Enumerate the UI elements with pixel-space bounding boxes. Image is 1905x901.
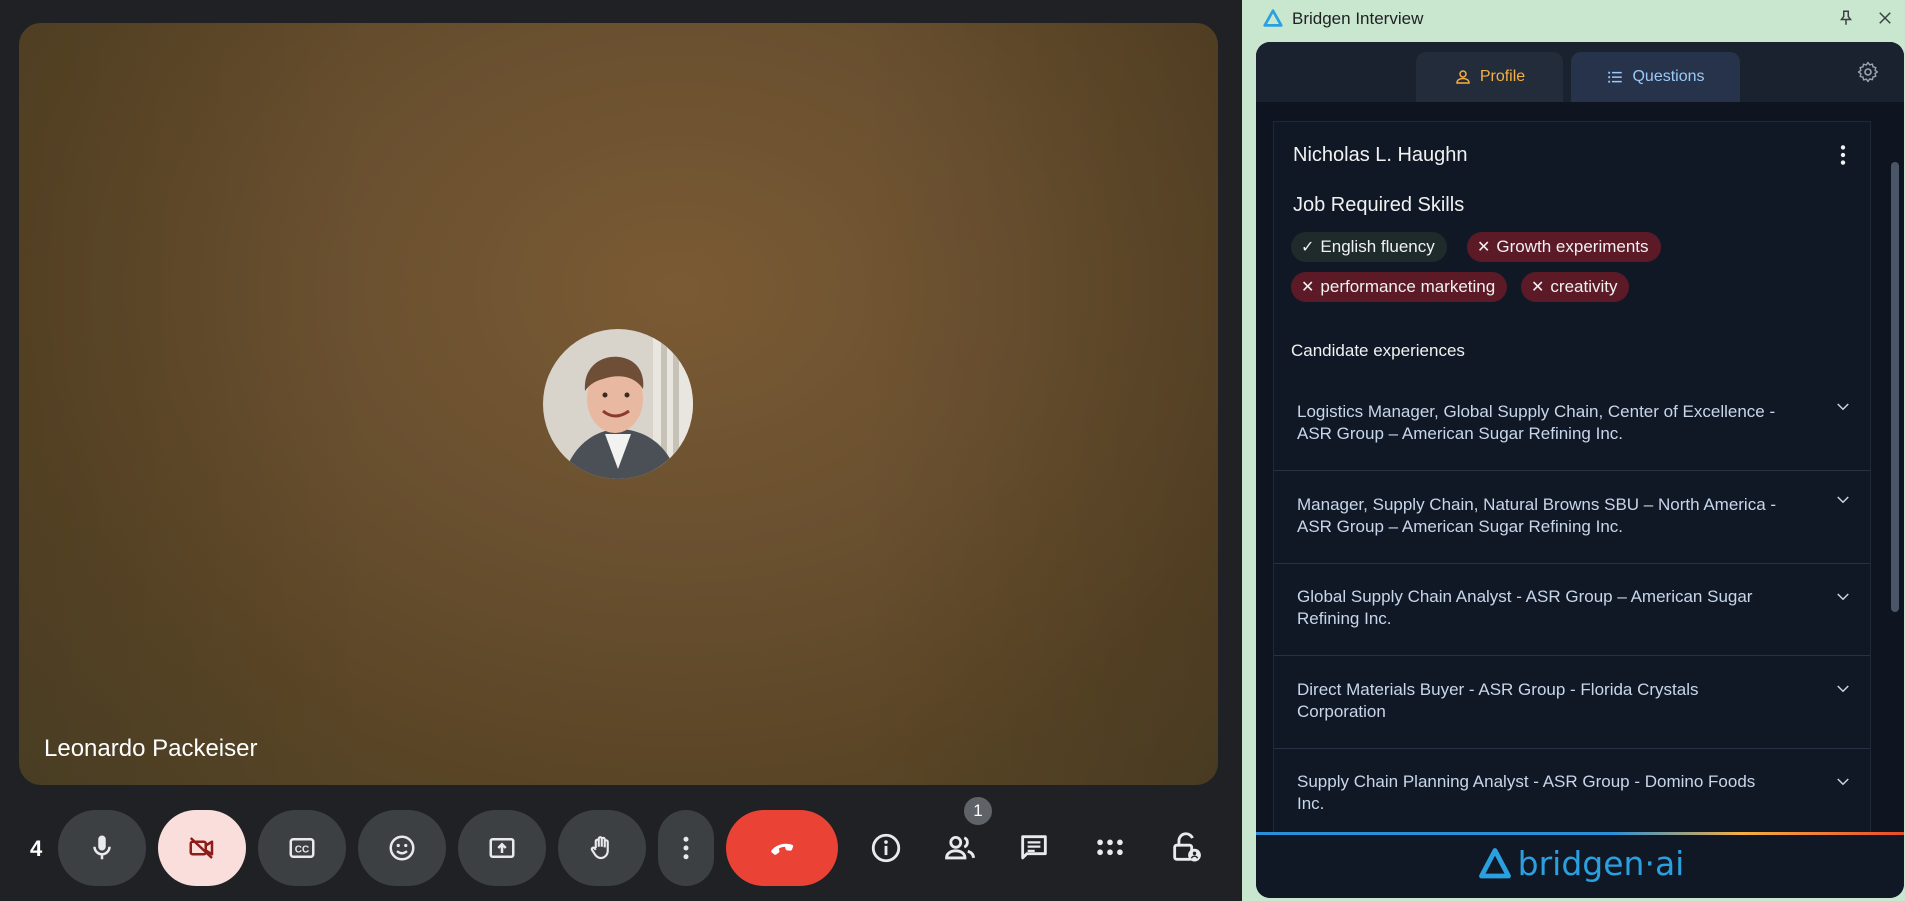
skill-label: creativity (1550, 277, 1618, 296)
experiences-heading: Candidate experiences (1291, 341, 1465, 360)
chat-icon (1021, 835, 1047, 860)
tab-profile-label: Profile (1479, 68, 1526, 85)
chevron-down-icon (1837, 685, 1849, 693)
skill-label: Growth experiments (1496, 237, 1649, 256)
x-icon: ✕ (1301, 279, 1315, 296)
end-call-icon (771, 843, 794, 855)
chevron-down-icon (1837, 403, 1849, 411)
experience-line: Manager, Supply Chain, Natural Browns SB… (1297, 495, 1777, 514)
camera-off-icon (189, 837, 214, 859)
settings-gear-icon[interactable] (1856, 60, 1880, 84)
pin-icon[interactable] (1837, 9, 1855, 27)
experience-line: Direct Materials Buyer - ASR Group - Flo… (1297, 680, 1699, 699)
video-tile[interactable]: Leonardo Packeiser (19, 23, 1218, 785)
experience-line: ASR Group – American Sugar Refining Inc. (1297, 424, 1623, 443)
x-icon: ✕ (1477, 239, 1491, 256)
experience-item[interactable]: Global Supply Chain Analyst - ASR Group … (1274, 564, 1870, 656)
info-icon (871, 833, 901, 863)
bridgen-side-panel: Bridgen Interview Profile Questions Nich… (1242, 0, 1905, 901)
skill-chip-matched: ✓ English fluency (1291, 232, 1447, 262)
panel-footer: bridgen·ai (1256, 832, 1904, 898)
meeting-info-button[interactable] (856, 810, 916, 886)
raise-hand-button[interactable] (558, 810, 646, 886)
skill-label: performance marketing (1320, 277, 1496, 296)
chevron-down-icon (1837, 778, 1849, 786)
chevron-down-icon (1837, 496, 1849, 504)
experience-line: Refining Inc. (1297, 609, 1392, 628)
experience-line: ASR Group – American Sugar Refining Inc. (1297, 517, 1623, 536)
scrollbar[interactable] (1891, 162, 1899, 612)
present-icon (489, 838, 515, 858)
people-count-badge: 1 (962, 795, 994, 827)
present-button[interactable] (458, 810, 546, 886)
experience-title: Direct Materials Buyer - ASR Group - Flo… (1297, 679, 1817, 723)
experience-title: Manager, Supply Chain, Natural Browns SB… (1297, 494, 1817, 538)
brand-text: bridgen·ai (1517, 844, 1685, 883)
user-icon (1456, 70, 1470, 84)
host-controls-icon (1173, 832, 1201, 862)
experience-line: Logistics Manager, Global Supply Chain, … (1297, 402, 1776, 421)
experience-title: Logistics Manager, Global Supply Chain, … (1297, 401, 1817, 445)
experience-line: Supply Chain Planning Analyst - ASR Grou… (1297, 772, 1756, 791)
list-icon (1608, 71, 1623, 83)
skill-chip-missing: ✕ Growth experiments (1467, 232, 1661, 262)
meeting-area: Leonardo Packeiser 4 CC 1 (0, 0, 1242, 901)
experience-item[interactable]: Supply Chain Planning Analyst - ASR Grou… (1274, 749, 1870, 842)
experience-item[interactable]: Manager, Supply Chain, Natural Browns SB… (1274, 471, 1870, 564)
tabs-bar: Profile Questions (1256, 42, 1904, 102)
experience-line: Corporation (1297, 702, 1386, 721)
panel-titlebar: Bridgen Interview (1242, 0, 1905, 38)
experience-line: Inc. (1297, 794, 1325, 813)
candidate-profile-card: Nicholas L. Haughn Job Required Skills ✓… (1273, 121, 1871, 871)
participant-count: 4 (30, 836, 43, 861)
panel-title: Bridgen Interview (1292, 9, 1424, 28)
experience-item[interactable]: Direct Materials Buyer - ASR Group - Flo… (1274, 656, 1870, 749)
mic-icon (93, 835, 111, 860)
chevron-down-icon (1837, 593, 1849, 601)
participant-name: Leonardo Packeiser (44, 735, 258, 762)
skill-chip-missing: ✕ performance marketing (1291, 272, 1508, 302)
candidate-name: Nicholas L. Haughn (1293, 144, 1468, 166)
reactions-button[interactable] (358, 810, 446, 886)
experience-line: Global Supply Chain Analyst - ASR Group … (1297, 587, 1753, 606)
leave-call-button[interactable] (726, 810, 838, 886)
skill-label: English fluency (1320, 237, 1435, 256)
experience-title: Supply Chain Planning Analyst - ASR Grou… (1297, 771, 1817, 815)
mic-button[interactable] (58, 810, 146, 886)
people-icon (945, 835, 975, 860)
more-options-button[interactable] (658, 810, 714, 886)
camera-toggle-button[interactable] (158, 810, 246, 886)
participant-avatar (543, 329, 693, 479)
tab-questions-label: Questions (1632, 68, 1705, 85)
chat-button[interactable] (1004, 810, 1064, 886)
more-options-icon (683, 836, 689, 860)
tab-questions[interactable]: Questions (1571, 52, 1740, 102)
x-icon: ✕ (1531, 279, 1545, 296)
svg-text:CC: CC (295, 844, 309, 855)
skill-chip-missing: ✕ creativity (1521, 272, 1630, 302)
kebab-menu-icon[interactable] (1830, 142, 1856, 168)
brand-logo: bridgen·ai (1256, 844, 1904, 883)
activities-icon (1097, 839, 1123, 856)
call-toolbar: 4 CC 1 (0, 795, 1242, 901)
close-icon[interactable] (1876, 9, 1894, 27)
experience-item[interactable]: Logistics Manager, Global Supply Chain, … (1274, 378, 1870, 471)
raise-hand-icon (590, 836, 609, 860)
tab-profile[interactable]: Profile (1416, 52, 1563, 102)
captions-button[interactable]: CC (258, 810, 346, 886)
emoji-icon (389, 835, 415, 861)
captions-icon: CC (289, 838, 315, 858)
host-controls-button[interactable] (1156, 810, 1216, 886)
experience-title: Global Supply Chain Analyst - ASR Group … (1297, 586, 1817, 630)
activities-button[interactable] (1080, 810, 1140, 886)
bridgen-logo-icon (1478, 847, 1511, 878)
skills-heading: Job Required Skills (1293, 194, 1465, 216)
bridgen-logo-icon (1263, 9, 1283, 27)
check-icon: ✓ (1301, 239, 1315, 256)
panel-body: Profile Questions Nicholas L. Haughn Job… (1256, 42, 1904, 898)
footer-accent-line (1256, 832, 1904, 835)
